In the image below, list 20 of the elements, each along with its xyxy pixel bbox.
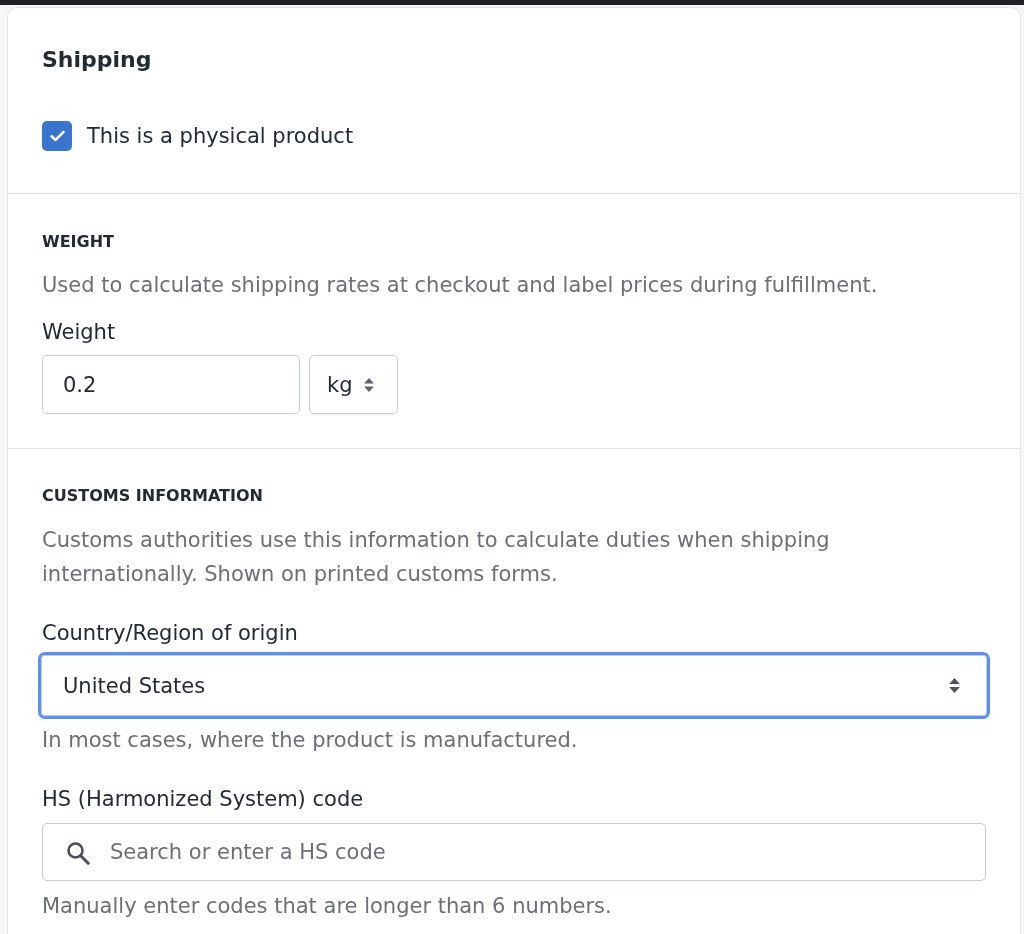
field-label: Country/Region of origin <box>42 620 299 647</box>
up-down-arrows-icon <box>949 678 960 693</box>
section-description: Customs authorities use this information to calculate duties when shipping internationally. Shown on printed customs forms. <box>42 527 831 588</box>
section-heading: CUSTOMS INFORMATION <box>42 485 264 507</box>
help-text: In most cases, where the product is manufactured. <box>42 727 579 754</box>
checkbox[interactable] <box>42 121 72 151</box>
section-description: Used to calculate shipping rates at checkout and label prices during fulfillment. <box>42 272 879 299</box>
field-label: HS (Harmonized System) code <box>42 786 365 813</box>
country-select[interactable]: United States <box>38 652 990 719</box>
weight-input[interactable]: 0.2 <box>42 355 300 414</box>
checkmark-icon <box>49 130 65 142</box>
unit-select[interactable]: kg <box>309 355 398 414</box>
search-icon <box>66 841 90 865</box>
hs-code-search-field[interactable]: Search or enter a HS code <box>42 823 986 881</box>
help-text: Manually enter codes that are longer than 6 numbers. <box>42 893 613 920</box>
section-title: Shipping <box>42 46 153 74</box>
checkbox-label: This is a physical product <box>87 123 354 150</box>
up-down-arrows-icon <box>363 377 374 392</box>
field-label: Weight <box>42 319 117 346</box>
section-heading: WEIGHT <box>42 231 115 253</box>
